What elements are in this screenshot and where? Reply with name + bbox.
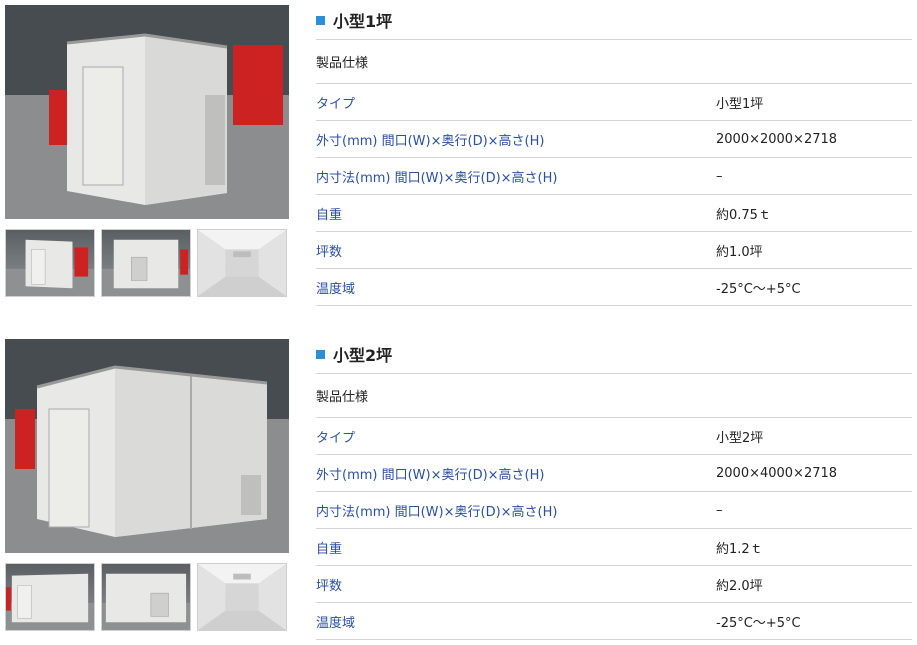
spec-row-outer-dimensions: 外寸(mm) 間口(W)×奥行(D)×高さ(H) 2000×2000×2718 — [316, 121, 912, 158]
product-title-text: 小型2坪 — [333, 345, 393, 365]
spec-label: 内寸法(mm) 間口(W)×奥行(D)×高さ(H) — [316, 504, 558, 520]
spec-row-weight: 自重 約0.75ｔ — [316, 195, 912, 232]
spec-section-heading: 製品仕様 — [316, 374, 912, 418]
square-bullet-icon — [316, 350, 325, 359]
spec-label: 自重 — [316, 541, 343, 557]
spec-panel: 小型2坪 製品仕様 タイプ 小型2坪 外寸(mm) 間口(W)×奥行(D)×高さ… — [316, 334, 912, 640]
product-gallery — [5, 5, 289, 297]
product-title: 小型2坪 — [316, 334, 912, 374]
thumbnail-interior[interactable] — [197, 563, 287, 631]
product-section-1: 小型1坪 製品仕様 タイプ 小型1坪 外寸(mm) 間口(W)×奥行(D)×高さ… — [0, 0, 917, 310]
spec-value: 約1.2ｔ — [716, 541, 763, 557]
spec-label: 坪数 — [316, 244, 343, 260]
spec-value: -25°C～+5°C — [716, 615, 801, 631]
spec-value: 約1.0坪 — [716, 244, 763, 260]
spec-label: 温度域 — [316, 281, 356, 297]
square-bullet-icon — [316, 16, 325, 25]
spec-label: 坪数 — [316, 578, 343, 594]
thumbnail-strip — [5, 229, 289, 297]
spec-label: 外寸(mm) 間口(W)×奥行(D)×高さ(H) — [316, 133, 545, 149]
thumbnail-strip — [5, 563, 289, 631]
spec-value: 2000×2000×2718 — [716, 131, 838, 147]
thumbnail-exterior-front[interactable] — [5, 563, 95, 631]
spec-value: – — [716, 168, 723, 184]
spec-row-type: タイプ 小型2坪 — [316, 418, 912, 455]
product-title-text: 小型1坪 — [333, 11, 393, 31]
spec-row-temperature-range: 温度域 -25°C～+5°C — [316, 269, 912, 306]
spec-label: 内寸法(mm) 間口(W)×奥行(D)×高さ(H) — [316, 170, 558, 186]
product-section-2: 小型2坪 製品仕様 タイプ 小型2坪 外寸(mm) 間口(W)×奥行(D)×高さ… — [0, 334, 917, 644]
spec-row-temperature-range: 温度域 -25°C～+5°C — [316, 603, 912, 640]
thumbnail-exterior-side[interactable] — [101, 563, 191, 631]
product-gallery — [5, 339, 289, 631]
spec-row-floor-area: 坪数 約1.0坪 — [316, 232, 912, 269]
spec-row-floor-area: 坪数 約2.0坪 — [316, 566, 912, 603]
spec-value: 小型2坪 — [716, 430, 764, 446]
spec-value: 小型1坪 — [716, 96, 764, 112]
spec-label: 自重 — [316, 207, 343, 223]
spec-row-inner-dimensions: 内寸法(mm) 間口(W)×奥行(D)×高さ(H) – — [316, 158, 912, 195]
spec-value: -25°C～+5°C — [716, 281, 801, 297]
spec-value: 約2.0坪 — [716, 578, 763, 594]
spec-row-inner-dimensions: 内寸法(mm) 間口(W)×奥行(D)×高さ(H) – — [316, 492, 912, 529]
spec-label: タイプ — [316, 430, 356, 446]
spec-label: 外寸(mm) 間口(W)×奥行(D)×高さ(H) — [316, 467, 545, 483]
thumbnail-interior[interactable] — [197, 229, 287, 297]
spec-label: 温度域 — [316, 615, 356, 631]
spec-row-outer-dimensions: 外寸(mm) 間口(W)×奥行(D)×高さ(H) 2000×4000×2718 — [316, 455, 912, 492]
spec-row-weight: 自重 約1.2ｔ — [316, 529, 912, 566]
product-title: 小型1坪 — [316, 0, 912, 40]
spec-value: 約0.75ｔ — [716, 207, 771, 223]
spec-label: タイプ — [316, 96, 356, 112]
spec-panel: 小型1坪 製品仕様 タイプ 小型1坪 外寸(mm) 間口(W)×奥行(D)×高さ… — [316, 0, 912, 306]
thumbnail-exterior-side[interactable] — [101, 229, 191, 297]
spec-row-type: タイプ 小型1坪 — [316, 84, 912, 121]
spec-section-heading: 製品仕様 — [316, 40, 912, 84]
spec-value: 2000×4000×2718 — [716, 465, 838, 481]
main-product-photo[interactable] — [5, 5, 289, 219]
thumbnail-exterior-front[interactable] — [5, 229, 95, 297]
main-product-photo[interactable] — [5, 339, 289, 553]
spec-value: – — [716, 502, 723, 518]
